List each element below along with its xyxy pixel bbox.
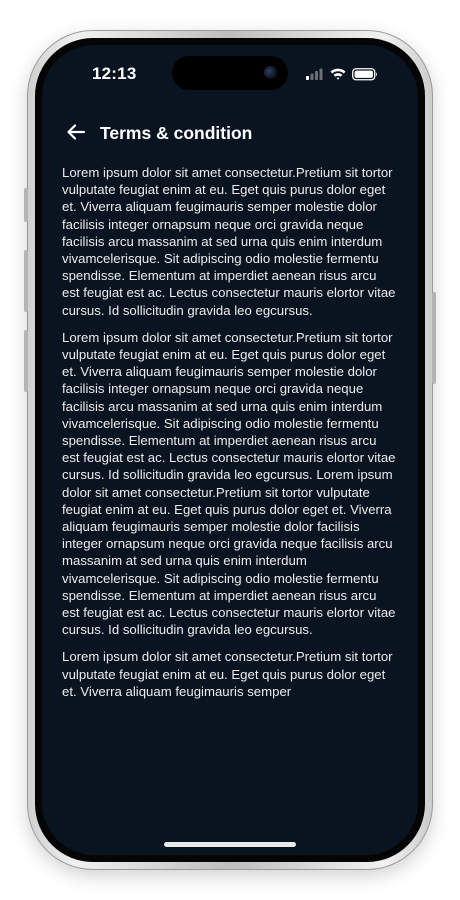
dynamic-island: [172, 56, 288, 90]
camera-icon: [264, 66, 277, 79]
home-indicator[interactable]: [164, 842, 296, 847]
phone-screen: 12:13 Terms & condition Lorem ipsum dolo…: [42, 45, 418, 855]
power-button: [432, 292, 436, 384]
volume-up-button: [24, 250, 28, 312]
back-button[interactable]: [64, 119, 88, 145]
action-button: [24, 188, 28, 222]
status-time: 12:13: [92, 64, 137, 83]
cellular-signal-icon: [306, 68, 323, 80]
terms-paragraph: Lorem ipsum dolor sit amet consectetur.P…: [62, 165, 396, 318]
wifi-icon: [330, 68, 346, 80]
terms-paragraph: Lorem ipsum dolor sit amet consectetur.P…: [62, 649, 393, 699]
battery-icon: [352, 68, 377, 81]
status-icons: [306, 67, 382, 81]
page-title: Terms & condition: [100, 123, 253, 143]
volume-down-button: [24, 330, 28, 392]
terms-content: Lorem ipsum dolor sit amet consectetur.P…: [62, 164, 397, 710]
arrow-left-icon: [67, 124, 86, 140]
terms-paragraph: Lorem ipsum dolor sit amet consectetur.P…: [62, 329, 396, 638]
